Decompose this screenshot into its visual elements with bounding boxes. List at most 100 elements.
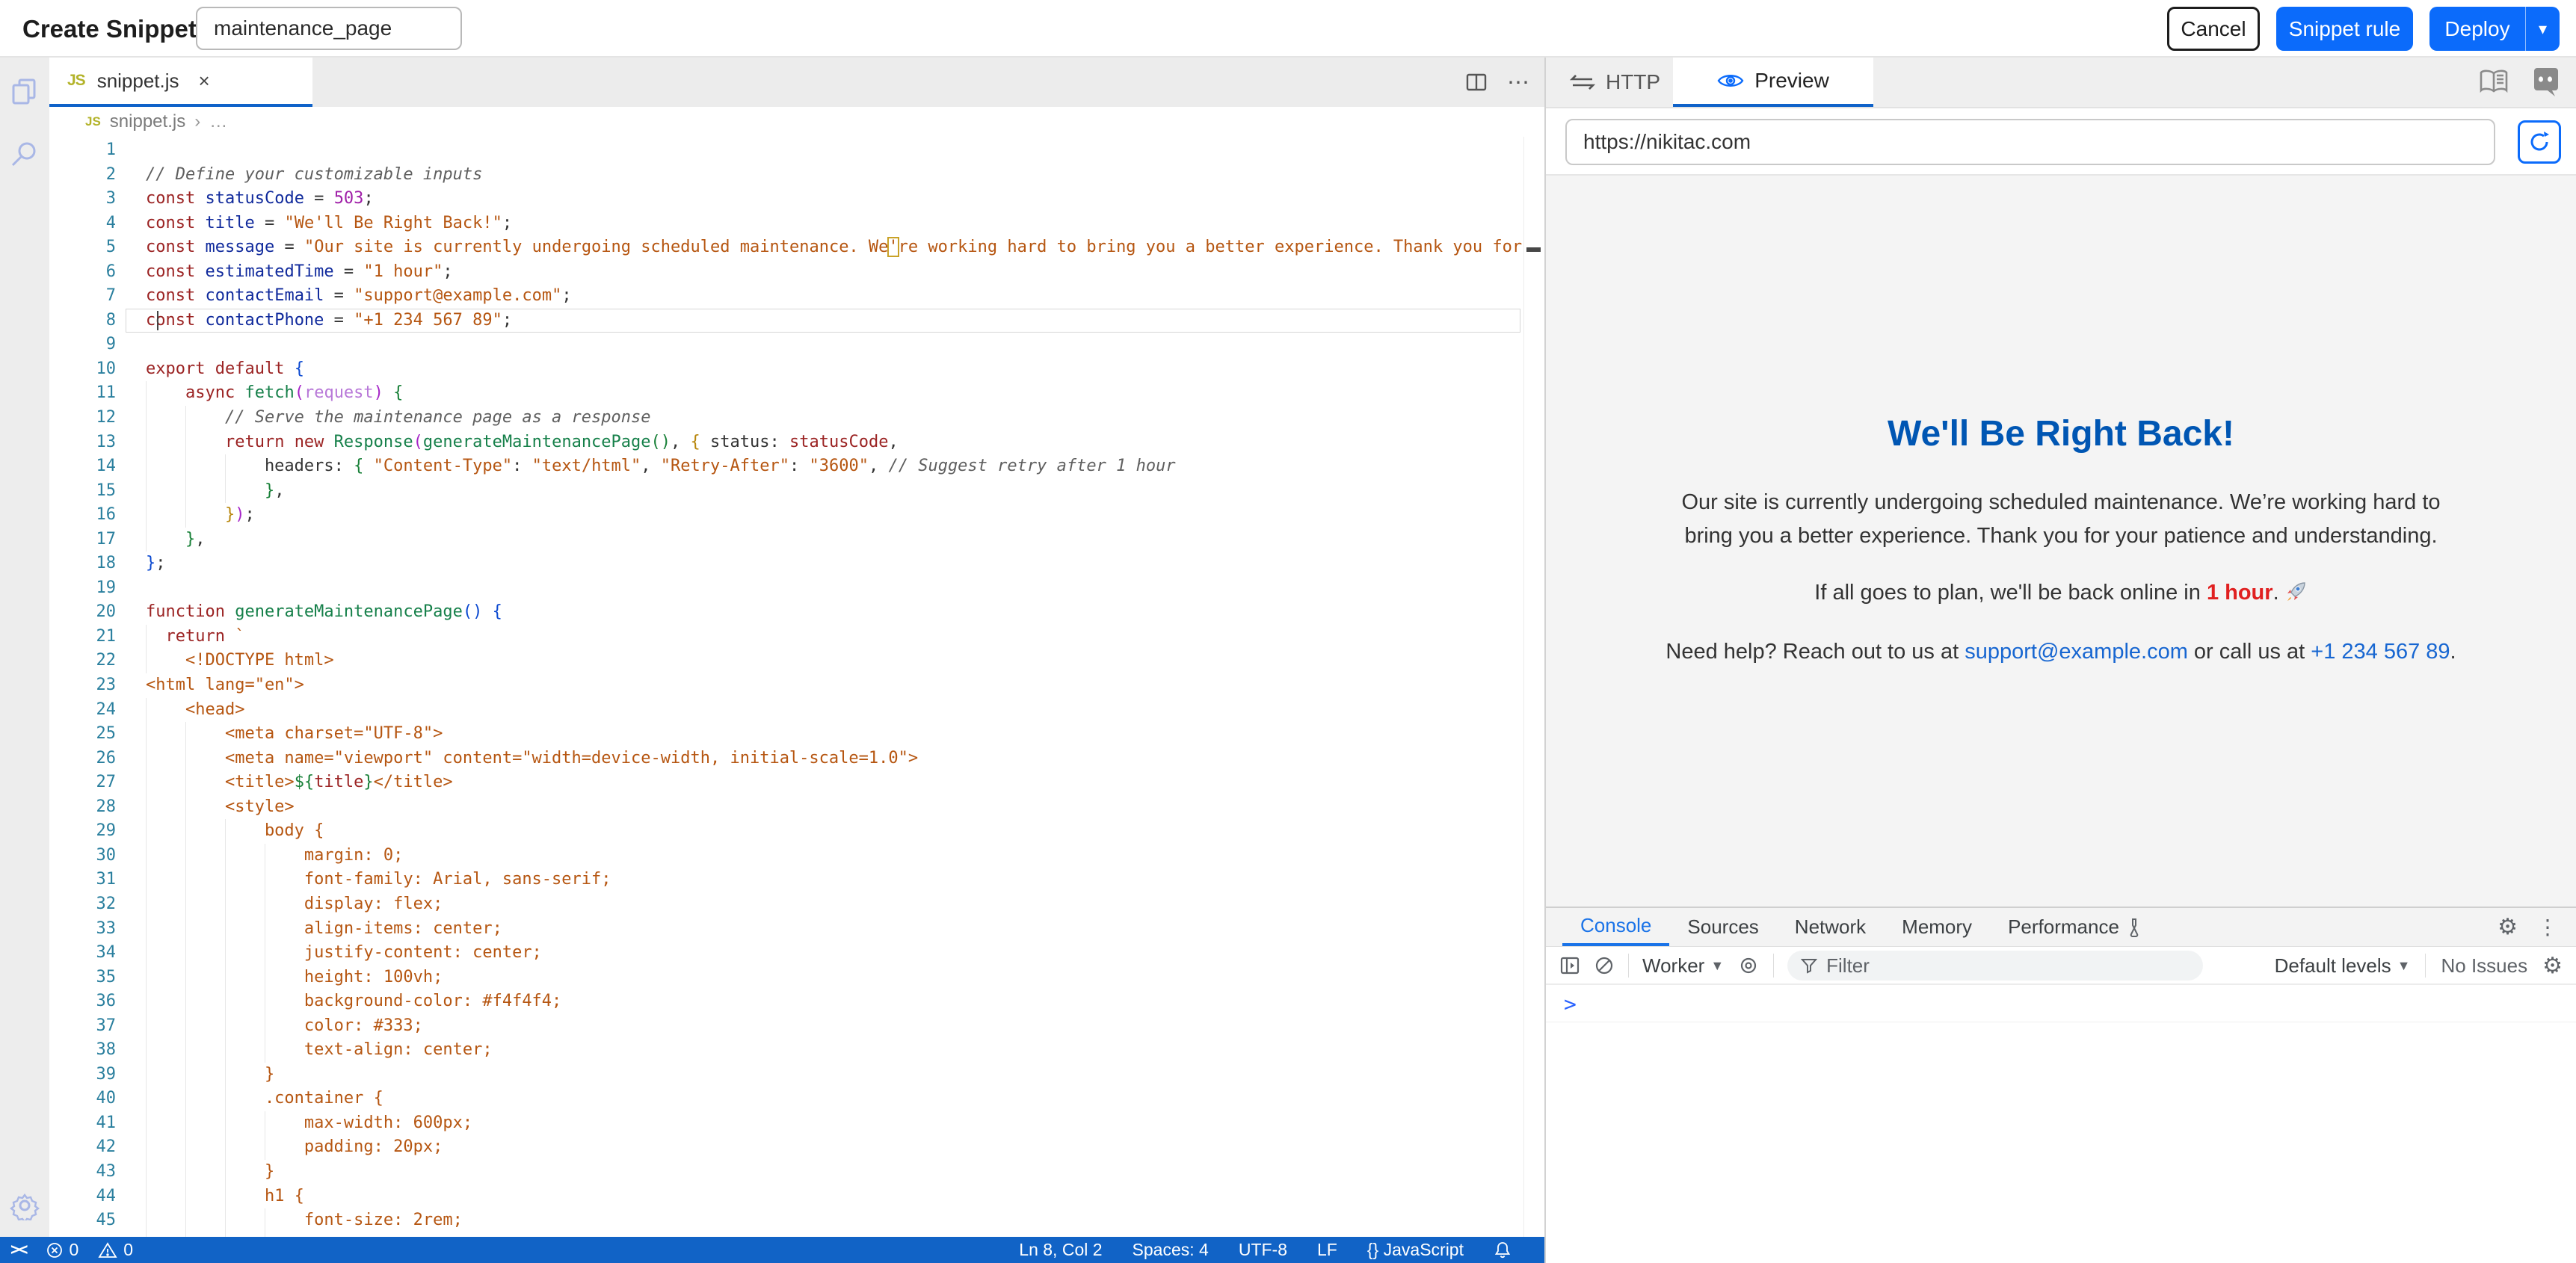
- issues-counter[interactable]: No Issues: [2441, 954, 2527, 978]
- code-line[interactable]: 28 <style>: [49, 795, 1523, 820]
- tab-performance[interactable]: Performance: [1990, 908, 2161, 946]
- live-expression-eye-icon[interactable]: [1737, 957, 1760, 974]
- split-editor-icon[interactable]: [1465, 71, 1488, 93]
- code-line[interactable]: 9: [49, 333, 1523, 357]
- code-line[interactable]: 1: [49, 138, 1523, 163]
- problems-errors[interactable]: 0: [46, 1240, 79, 1260]
- tab-http[interactable]: HTTP: [1562, 58, 1673, 107]
- clear-console-icon[interactable]: [1594, 955, 1615, 976]
- code-line[interactable]: 32 display: flex;: [49, 892, 1523, 917]
- console-sidebar-toggle-icon[interactable]: [1559, 955, 1580, 976]
- devtools-settings-icon[interactable]: ⚙: [2498, 914, 2518, 940]
- eol-type[interactable]: LF: [1317, 1240, 1337, 1260]
- breadcrumb-more[interactable]: …: [209, 111, 227, 132]
- console-settings-icon[interactable]: ⚙: [2542, 953, 2563, 979]
- code-line[interactable]: 18};: [49, 552, 1523, 576]
- code-line[interactable]: 24 <head>: [49, 698, 1523, 723]
- search-icon[interactable]: [10, 140, 40, 170]
- funnel-icon: [1801, 957, 1817, 974]
- tab-console[interactable]: Console: [1562, 908, 1669, 946]
- code-line[interactable]: 27 <title>${title}</title>: [49, 771, 1523, 795]
- indentation[interactable]: Spaces: 4: [1133, 1240, 1209, 1260]
- console-output[interactable]: >: [1546, 986, 2576, 1263]
- log-levels-selector[interactable]: Default levels▼: [2275, 954, 2411, 978]
- files-icon[interactable]: [10, 77, 40, 107]
- code-line[interactable]: 14 headers: { "Content-Type": "text/html…: [49, 454, 1523, 479]
- code-line[interactable]: 31 font-family: Arial, sans-serif;: [49, 868, 1523, 892]
- close-icon[interactable]: ×: [199, 70, 210, 93]
- remote-indicator-icon[interactable]: ><: [10, 1241, 26, 1259]
- tab-network[interactable]: Network: [1777, 908, 1884, 946]
- code-line[interactable]: 3const statusCode = 503;: [49, 187, 1523, 211]
- cursor-position[interactable]: Ln 8, Col 2: [1019, 1240, 1102, 1260]
- code-line[interactable]: 41 max-width: 600px;: [49, 1111, 1523, 1136]
- code-line[interactable]: 37 color: #333;: [49, 1014, 1523, 1039]
- encoding[interactable]: UTF-8: [1239, 1240, 1287, 1260]
- code-line[interactable]: 40 .container {: [49, 1087, 1523, 1111]
- code-editor[interactable]: 12// Define your customizable inputs3con…: [49, 137, 1523, 1237]
- code-line[interactable]: 42 padding: 20px;: [49, 1135, 1523, 1160]
- editor-scrollbar[interactable]: [1523, 137, 1544, 1237]
- code-line[interactable]: 17 },: [49, 528, 1523, 552]
- code-line[interactable]: 26 <meta name="viewport" content="width=…: [49, 747, 1523, 771]
- docs-book-icon[interactable]: [2479, 70, 2509, 95]
- tab-memory[interactable]: Memory: [1884, 908, 1990, 946]
- code-line[interactable]: 45 font-size: 2rem;: [49, 1208, 1523, 1233]
- code-line[interactable]: 36 background-color: #f4f4f4;: [49, 989, 1523, 1014]
- language-mode[interactable]: {} JavaScript: [1367, 1240, 1464, 1260]
- kebab-menu-icon[interactable]: ⋮: [2537, 915, 2558, 939]
- code-line[interactable]: 13 return new Response(generateMaintenan…: [49, 430, 1523, 455]
- code-line[interactable]: 38 text-align: center;: [49, 1038, 1523, 1063]
- notifications-bell-icon[interactable]: [1494, 1241, 1512, 1260]
- code-line[interactable]: 33 align-items: center;: [49, 917, 1523, 942]
- code-line[interactable]: 5const message = "Our site is currently …: [49, 235, 1523, 260]
- cancel-button[interactable]: Cancel: [2167, 7, 2260, 51]
- url-input[interactable]: [1565, 119, 2495, 165]
- code-line[interactable]: 25 <meta charset="UTF-8">: [49, 722, 1523, 747]
- code-line[interactable]: 16 });: [49, 503, 1523, 528]
- more-actions-icon[interactable]: ⋯: [1507, 70, 1529, 96]
- code-line[interactable]: 10export default {: [49, 357, 1523, 382]
- console-prompt-icon[interactable]: >: [1564, 992, 1577, 1016]
- phone-link[interactable]: +1 234 567 89: [2311, 640, 2450, 664]
- code-line[interactable]: 29 body {: [49, 819, 1523, 844]
- code-line[interactable]: 6const estimatedTime = "1 hour";: [49, 260, 1523, 285]
- pane-divider[interactable]: [1544, 58, 1546, 1263]
- tab-sources[interactable]: Sources: [1669, 908, 1776, 946]
- code-line[interactable]: 30 margin: 0;: [49, 844, 1523, 868]
- context-selector[interactable]: Worker▼: [1642, 954, 1724, 978]
- code-line[interactable]: 7const contactEmail = "support@example.c…: [49, 284, 1523, 309]
- code-line[interactable]: 2// Define your customizable inputs: [49, 163, 1523, 188]
- breadcrumb-file[interactable]: snippet.js: [110, 111, 185, 132]
- code-line[interactable]: 19: [49, 576, 1523, 601]
- code-line[interactable]: 12 // Serve the maintenance page as a re…: [49, 406, 1523, 430]
- tab-snippet-js[interactable]: JS snippet.js ×: [49, 58, 312, 107]
- code-line[interactable]: 11 async fetch(request) {: [49, 381, 1523, 406]
- code-line[interactable]: 44 h1 {: [49, 1185, 1523, 1209]
- snippet-rule-button[interactable]: Snippet rule: [2276, 7, 2413, 51]
- code-line[interactable]: 4const title = "We'll Be Right Back!";: [49, 211, 1523, 236]
- code-line[interactable]: 23<html lang="en">: [49, 673, 1523, 698]
- problems-warnings[interactable]: 0: [98, 1240, 133, 1260]
- console-filter-input[interactable]: Filter: [1787, 951, 2203, 981]
- breadcrumb[interactable]: JS snippet.js › …: [49, 107, 1544, 137]
- deploy-button[interactable]: Deploy: [2429, 7, 2525, 51]
- code-line[interactable]: 21 return `: [49, 625, 1523, 649]
- deploy-caret-button[interactable]: ▾: [2525, 7, 2560, 51]
- code-line[interactable]: 22 <!DOCTYPE html>: [49, 649, 1523, 673]
- code-line[interactable]: 35 height: 100vh;: [49, 966, 1523, 990]
- header-actions: Cancel Snippet rule Deploy ▾: [2167, 7, 2560, 51]
- code-line[interactable]: 20function generateMaintenancePage() {: [49, 600, 1523, 625]
- tab-preview[interactable]: Preview: [1673, 58, 1873, 107]
- code-line[interactable]: 34 justify-content: center;: [49, 941, 1523, 966]
- js-file-icon: JS: [85, 114, 101, 129]
- settings-gear-icon[interactable]: [10, 1191, 40, 1220]
- code-line[interactable]: 43 }: [49, 1160, 1523, 1185]
- refresh-button[interactable]: [2518, 120, 2561, 164]
- code-line[interactable]: 8const contactPhone = "+1 234 567 89";: [49, 309, 1523, 333]
- discord-icon[interactable]: [2530, 68, 2560, 96]
- code-line[interactable]: 39 }: [49, 1063, 1523, 1087]
- snippet-name-input[interactable]: [196, 7, 462, 50]
- support-email-link[interactable]: support@example.com: [1965, 640, 2188, 664]
- code-line[interactable]: 15 },: [49, 479, 1523, 504]
